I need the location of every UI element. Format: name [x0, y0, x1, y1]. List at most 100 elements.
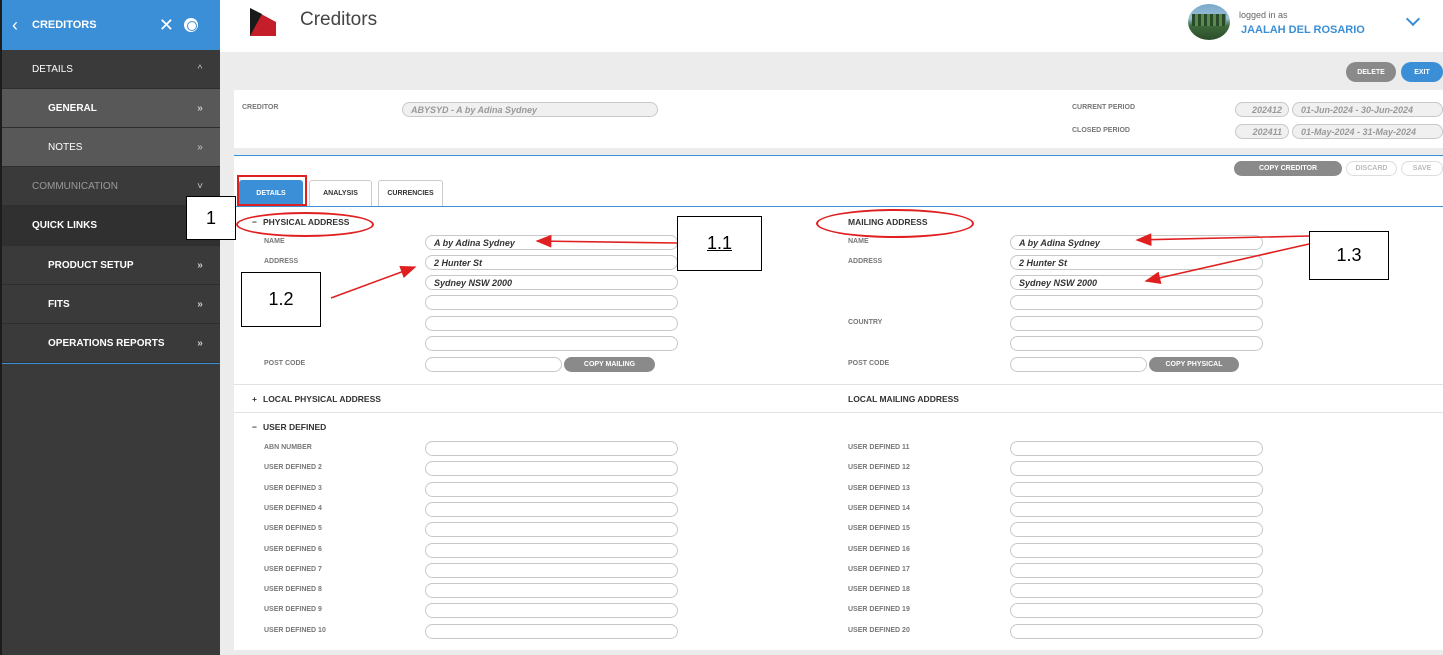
user-defined-field[interactable]	[1010, 461, 1263, 477]
user-defined-field[interactable]	[425, 562, 678, 578]
user-defined-field[interactable]	[1010, 501, 1263, 517]
current-period-code: 202412	[1235, 102, 1289, 117]
user-defined-label: USER DEFINED 12	[848, 464, 910, 472]
current-period-range: 01-Jun-2024 - 30-Jun-2024	[1292, 102, 1443, 117]
user-defined-label: USER DEFINED 8	[264, 586, 322, 594]
annotation-label-1: 1	[186, 196, 236, 240]
exit-button[interactable]: EXIT	[1401, 62, 1443, 82]
user-defined-field[interactable]	[1010, 562, 1263, 578]
user-defined-field[interactable]	[1010, 603, 1263, 619]
user-defined-label: USER DEFINED 10	[264, 626, 326, 634]
username[interactable]: JAALAH DEL ROSARIO	[1241, 24, 1365, 36]
double-chevron-right-icon: »	[197, 337, 203, 349]
sidebar-divider	[2, 363, 220, 364]
section-divider	[234, 412, 1443, 413]
tab-currencies[interactable]: CURRENCIES	[378, 180, 443, 206]
annotation-circle-physical-address	[236, 212, 374, 237]
closed-period-range: 01-May-2024 - 31-May-2024	[1292, 124, 1443, 139]
chevron-up-icon: ^	[197, 63, 203, 75]
tab-analysis[interactable]: ANALYSIS	[309, 180, 372, 206]
mailing-address-line-2[interactable]: Sydney NSW 2000	[1010, 275, 1263, 290]
sidebar-item-notes[interactable]: NOTES »	[2, 128, 220, 167]
physical-name-label: NAME	[264, 238, 285, 245]
user-defined-label: USER DEFINED 4	[264, 504, 322, 512]
sidebar-item-fits[interactable]: FITS »	[2, 285, 220, 324]
double-chevron-right-icon: »	[197, 259, 203, 271]
mailing-address-line-5[interactable]	[1010, 336, 1263, 351]
mailing-name-field[interactable]: A by Adina Sydney	[1010, 235, 1263, 250]
physical-address-line-2[interactable]: Sydney NSW 2000	[425, 275, 678, 290]
mailing-postcode-label: POST CODE	[848, 360, 890, 367]
mailing-address-line-1[interactable]: 2 Hunter St	[1010, 255, 1263, 270]
sidebar-item-general[interactable]: GENERAL »	[2, 89, 220, 128]
creditor-field[interactable]: ABYSYD - A by Adina Sydney	[402, 102, 658, 117]
mailing-address-label: ADDRESS	[848, 258, 883, 265]
discard-button[interactable]: DISCARD	[1346, 161, 1397, 176]
user-defined-label: USER DEFINED 11	[848, 444, 910, 451]
user-defined-field[interactable]	[425, 603, 678, 619]
copy-physical-button[interactable]: COPY PHYSICAL	[1149, 357, 1239, 372]
avatar[interactable]	[1188, 4, 1230, 40]
sidebar-header: ‹ CREDITORS ✕	[2, 0, 220, 50]
mailing-name-label: NAME	[848, 238, 869, 245]
physical-postcode-field[interactable]	[425, 357, 562, 372]
delete-button[interactable]: DELETE	[1346, 62, 1396, 82]
user-defined-field[interactable]	[425, 461, 678, 477]
top-bar: Creditors logged in as JAALAH DEL ROSARI…	[220, 0, 1443, 52]
physical-name-field[interactable]: A by Adina Sydney	[425, 235, 678, 250]
user-defined-field[interactable]	[425, 583, 678, 599]
close-icon[interactable]: ✕	[159, 15, 174, 36]
mailing-country-label: COUNTRY	[848, 319, 883, 326]
user-defined-field[interactable]	[425, 522, 678, 538]
sidebar-item-product-setup[interactable]: PRODUCT SETUP »	[2, 246, 220, 285]
user-defined-field[interactable]	[1010, 623, 1263, 639]
user-defined-field[interactable]	[1010, 522, 1263, 538]
physical-address-line-5[interactable]	[425, 336, 678, 351]
user-defined-label: USER DEFINED 16	[848, 545, 910, 553]
closed-period-code: 202411	[1235, 124, 1289, 139]
user-defined-field[interactable]	[1010, 481, 1263, 497]
page-title: Creditors	[300, 9, 378, 30]
user-defined-field[interactable]	[425, 481, 678, 497]
user-defined-label: USER DEFINED 3	[264, 484, 322, 492]
annotation-highlight-details-tab	[237, 175, 307, 206]
user-defined-label: USER DEFINED 19	[848, 606, 910, 614]
user-defined-label: USER DEFINED 7	[264, 565, 322, 573]
copy-mailing-button[interactable]: COPY MAILING	[564, 357, 655, 372]
creditor-panel: CREDITOR ABYSYD - A by Adina Sydney CURR…	[234, 90, 1443, 148]
annotation-label-1-2: 1.2	[241, 272, 321, 327]
user-defined-field[interactable]	[1010, 583, 1263, 599]
physical-address-line-4[interactable]	[425, 316, 678, 331]
user-defined-label: USER DEFINED 6	[264, 545, 322, 553]
mailing-postcode-field[interactable]	[1010, 357, 1147, 372]
mailing-country-field[interactable]	[1010, 316, 1263, 331]
user-defined-field[interactable]	[425, 501, 678, 517]
user-defined-toggle-icon[interactable]: −	[252, 422, 257, 432]
chevron-down-icon[interactable]	[1405, 11, 1421, 27]
user-defined-label: USER DEFINED 17	[848, 565, 910, 573]
creditor-label: CREDITOR	[242, 104, 279, 111]
user-defined-label: USER DEFINED 18	[848, 586, 910, 594]
physical-address-line-1[interactable]: 2 Hunter St	[425, 255, 678, 270]
physical-postcode-label: POST CODE	[264, 360, 306, 367]
user-defined-field[interactable]	[425, 441, 678, 456]
copy-creditor-button[interactable]: COPY CREDITOR	[1234, 161, 1342, 176]
save-button[interactable]: SAVE	[1401, 161, 1443, 176]
globe-icon[interactable]	[184, 18, 198, 32]
sidebar-item-operations-reports[interactable]: OPERATIONS REPORTS »	[2, 324, 220, 363]
user-defined-field[interactable]	[1010, 441, 1263, 456]
user-defined-field[interactable]	[1010, 542, 1263, 558]
user-defined-field[interactable]	[425, 623, 678, 639]
local-toggle-icon[interactable]: +	[252, 394, 257, 404]
closed-period-label: CLOSED PERIOD	[1072, 127, 1130, 134]
user-defined-label: ABN NUMBER	[264, 444, 312, 451]
back-icon[interactable]: ‹	[2, 15, 28, 36]
mailing-address-line-3[interactable]	[1010, 295, 1263, 310]
physical-address-line-3[interactable]	[425, 295, 678, 310]
user-defined-field[interactable]	[425, 542, 678, 558]
chevron-down-icon: ˅	[197, 180, 203, 192]
sidebar-item-details[interactable]: DETAILS ^	[2, 50, 220, 89]
user-defined-label: USER DEFINED 15	[848, 525, 910, 533]
sidebar-title: CREDITORS	[32, 19, 97, 31]
double-chevron-right-icon: »	[197, 102, 203, 114]
